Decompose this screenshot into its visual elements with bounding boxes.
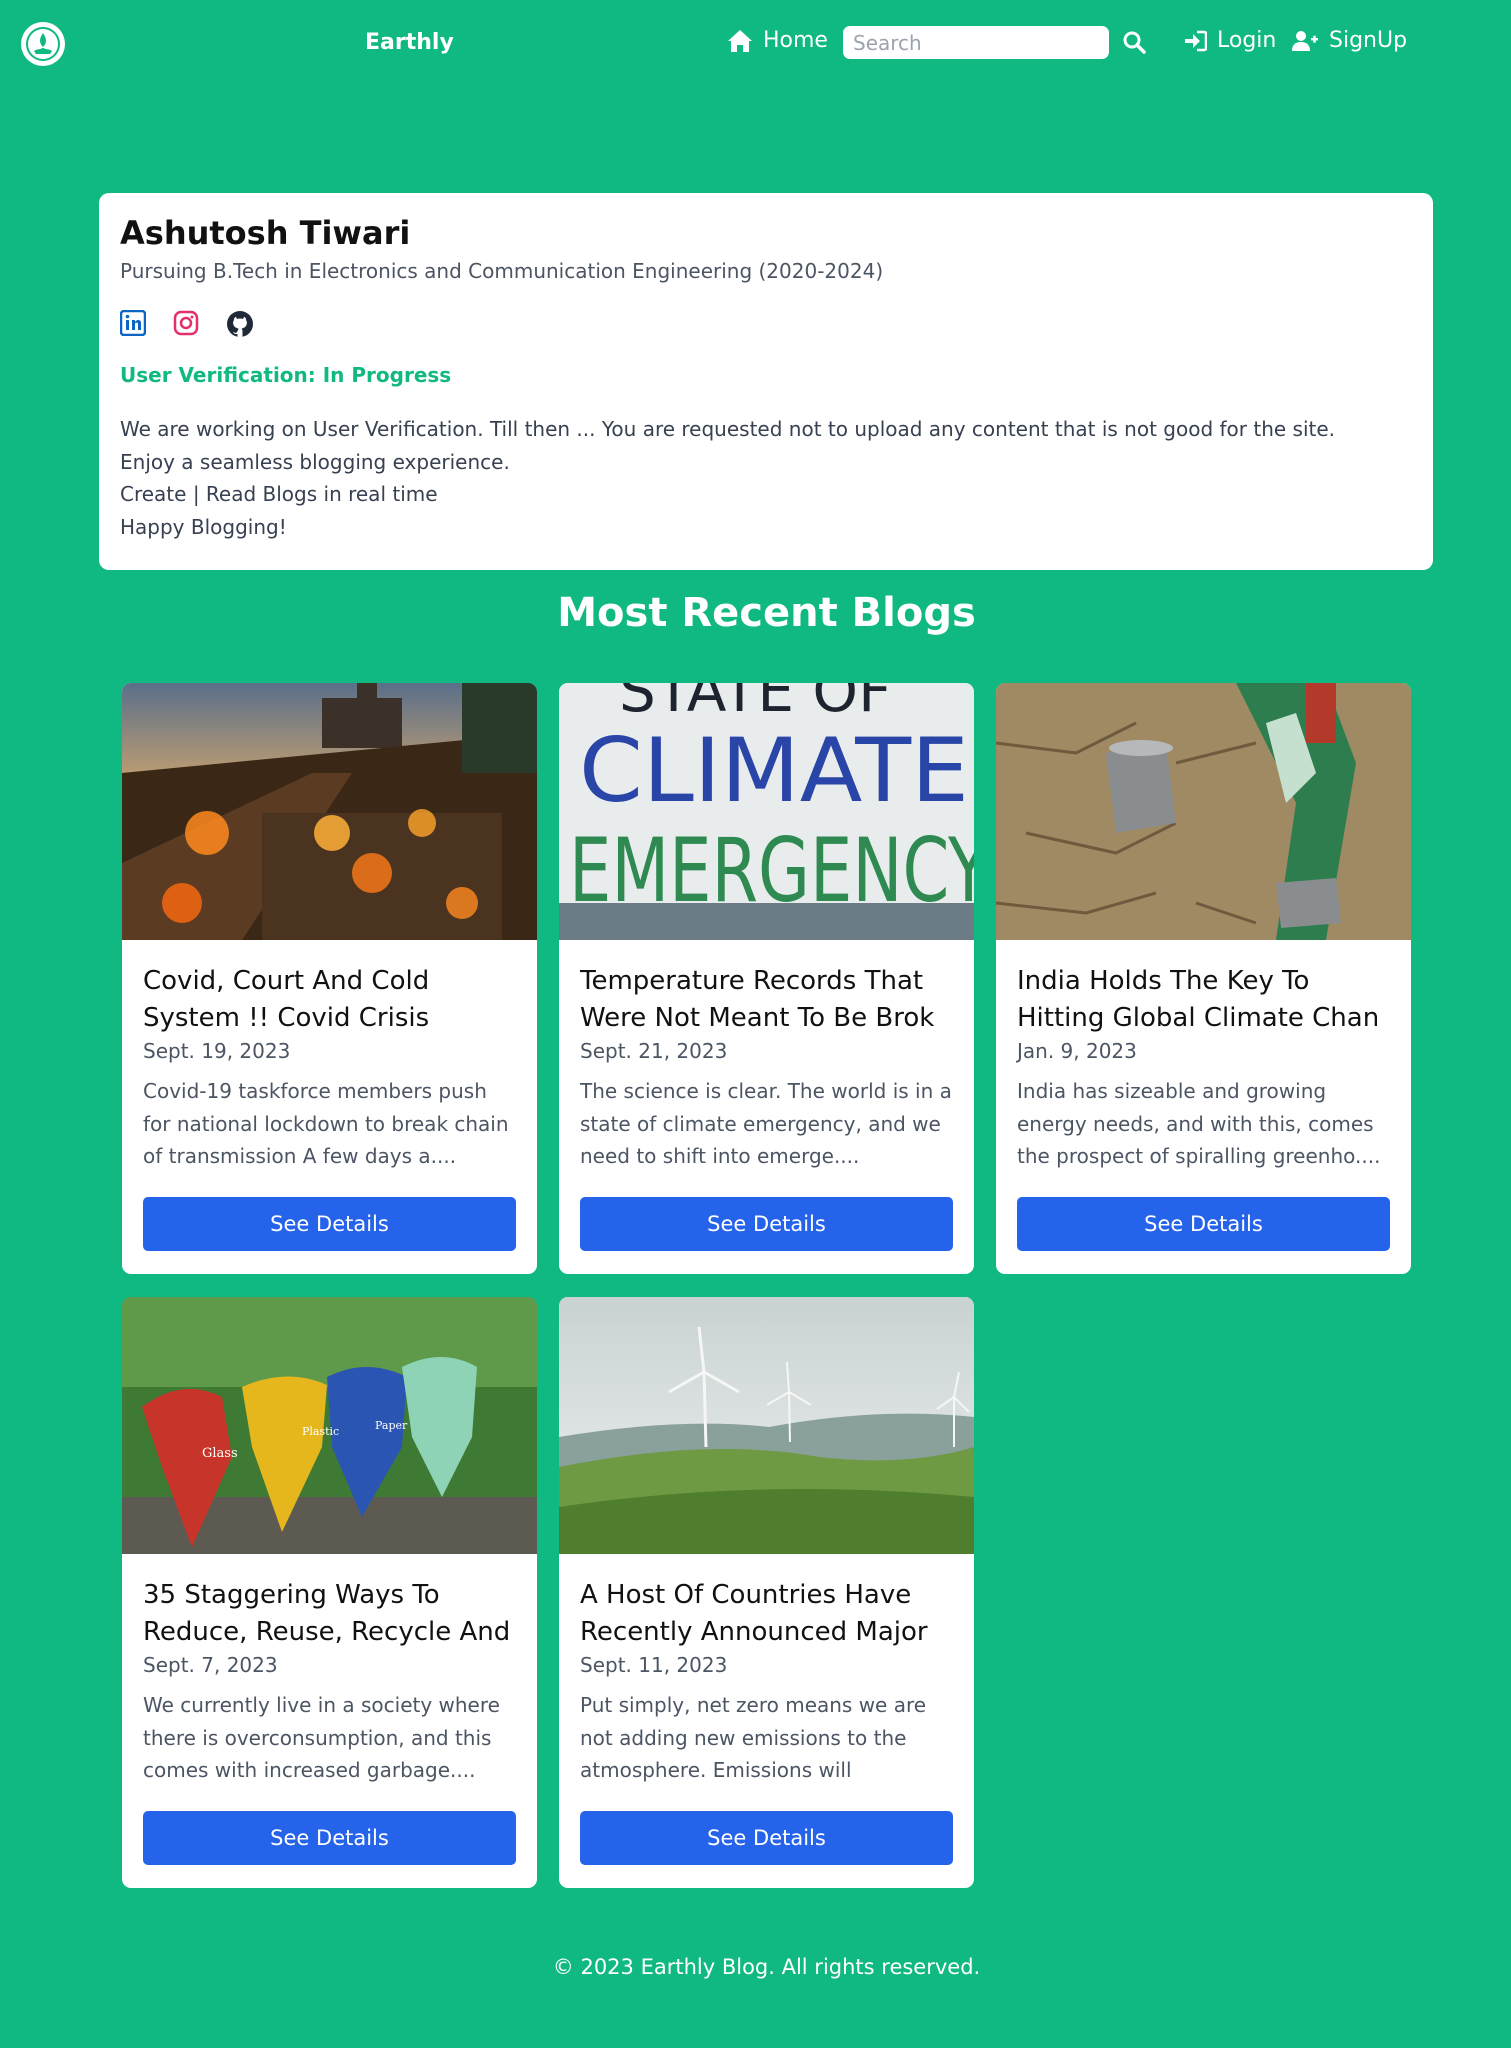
blog-excerpt: We currently live in a society where the… <box>143 1693 500 1782</box>
description-line: We are working on User Verification. Til… <box>120 417 1336 441</box>
sign-text-emergency: EMERGENCY <box>569 819 974 922</box>
profile-description: We are working on User Verification. Til… <box>120 413 1412 543</box>
description-line: Create | Read Blogs in real time <box>120 482 438 506</box>
nav-login-link[interactable]: Login <box>1183 28 1276 53</box>
blog-title[interactable]: Temperature Records That Were Not Meant … <box>580 963 953 1037</box>
navbar: Earthly Home Login SignUp <box>0 0 1511 88</box>
blog-image-cremation <box>122 683 537 940</box>
blog-card: Glass Plastic Paper 35 Staggering Ways T… <box>122 1297 537 1888</box>
instagram-icon[interactable] <box>173 310 201 338</box>
footer-copyright: © 2023 Earthly Blog. All rights reserved… <box>552 1955 981 1979</box>
blog-card: Covid, Court And Cold System !! Covid Cr… <box>122 683 537 1274</box>
blog-title[interactable]: A Host Of Countries Have Recently Announ… <box>580 1577 953 1651</box>
blog-excerpt: Put simply, net zero means we are not ad… <box>580 1693 927 1782</box>
blog-title[interactable]: India Holds The Key To Hitting Global Cl… <box>1017 963 1390 1037</box>
home-icon <box>728 29 752 52</box>
blog-card: STATE OF CLIMATE EMERGENCY Temperature R… <box>559 683 974 1274</box>
see-details-button[interactable]: See Details <box>143 1197 516 1251</box>
sign-text-climate: CLIMATE <box>579 719 969 822</box>
blog-date: Sept. 21, 2023 <box>580 1039 728 1063</box>
search-button[interactable] <box>1122 30 1150 58</box>
blog-card: A Host Of Countries Have Recently Announ… <box>559 1297 974 1888</box>
linkedin-icon[interactable] <box>119 309 148 338</box>
see-details-button[interactable]: See Details <box>580 1197 953 1251</box>
search-input[interactable] <box>843 26 1109 59</box>
see-details-button[interactable]: See Details <box>1017 1197 1390 1251</box>
blog-image-recycle-bins: Glass Plastic Paper <box>122 1297 537 1554</box>
description-line: Enjoy a seamless blogging experience. <box>120 449 510 474</box>
bin-label-plastic: Plastic <box>302 1425 339 1438</box>
search-icon <box>1123 31 1146 54</box>
blog-title[interactable]: 35 Staggering Ways To Reduce, Reuse, Rec… <box>143 1577 516 1651</box>
blog-excerpt: India has sizeable and growing energy ne… <box>1017 1079 1381 1168</box>
nav-home-label: Home <box>763 28 828 53</box>
user-plus-icon <box>1292 30 1318 51</box>
github-icon[interactable] <box>226 310 254 338</box>
section-title: Most Recent Blogs <box>557 590 976 636</box>
bin-label-glass: Glass <box>202 1446 238 1461</box>
blog-image-dry-land <box>996 683 1411 940</box>
brand-name[interactable]: Earthly <box>365 30 454 55</box>
login-icon <box>1185 30 1207 51</box>
nav-login-label: Login <box>1217 28 1277 53</box>
profile-card: Ashutosh Tiwari Pursuing B.Tech in Elect… <box>99 193 1433 570</box>
blog-title[interactable]: Covid, Court And Cold System !! Covid Cr… <box>143 963 516 1037</box>
blog-date: Sept. 19, 2023 <box>143 1039 291 1063</box>
blog-date: Sept. 7, 2023 <box>143 1653 278 1677</box>
nav-signup-link[interactable]: SignUp <box>1291 28 1407 53</box>
nav-home-link[interactable]: Home <box>727 28 828 53</box>
blog-excerpt: Covid-19 taskforce members push for nati… <box>143 1079 509 1168</box>
blog-image-wind-turbines <box>559 1297 974 1554</box>
see-details-button[interactable]: See Details <box>580 1811 953 1865</box>
blog-card: India Holds The Key To Hitting Global Cl… <box>996 683 1411 1274</box>
blog-date: Sept. 11, 2023 <box>580 1653 728 1677</box>
social-links <box>119 309 1412 338</box>
blog-date: Jan. 9, 2023 <box>1017 1039 1137 1063</box>
verification-status: User Verification: In Progress <box>120 363 452 387</box>
bin-label-paper: Paper <box>375 1419 408 1432</box>
earthly-logo-icon[interactable] <box>21 22 65 66</box>
profile-name: Ashutosh Tiwari <box>120 214 411 252</box>
profile-subtitle: Pursuing B.Tech in Electronics and Commu… <box>120 259 884 283</box>
blog-excerpt: The science is clear. The world is in a … <box>580 1079 952 1168</box>
see-details-button[interactable]: See Details <box>143 1811 516 1865</box>
description-line: Happy Blogging! <box>120 514 287 539</box>
blog-image-climate-sign: STATE OF CLIMATE EMERGENCY <box>559 683 974 940</box>
nav-signup-label: SignUp <box>1329 28 1408 53</box>
